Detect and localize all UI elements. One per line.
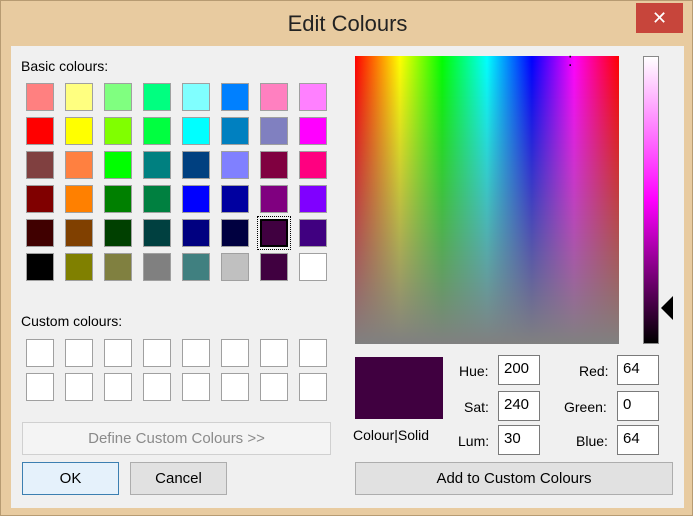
colour-swatch[interactable] — [104, 373, 132, 401]
colour-swatch[interactable] — [221, 219, 249, 247]
colour-swatch[interactable] — [143, 185, 171, 213]
colour-swatch[interactable] — [26, 373, 54, 401]
colour-swatch[interactable] — [260, 373, 288, 401]
colour-swatch[interactable] — [104, 117, 132, 145]
colour-swatch[interactable] — [143, 83, 171, 111]
colour-swatch[interactable] — [299, 253, 327, 281]
sat-field[interactable]: 240 — [498, 391, 540, 421]
colour-swatch[interactable] — [143, 373, 171, 401]
colour-swatch[interactable] — [182, 253, 210, 281]
colour-swatch[interactable] — [260, 253, 288, 281]
red-label: Red: — [579, 363, 609, 379]
lum-label: Lum: — [458, 433, 490, 449]
colour-swatch[interactable] — [104, 339, 132, 367]
colour-swatch[interactable] — [104, 185, 132, 213]
ok-button[interactable]: OK — [22, 462, 119, 495]
colour-swatch[interactable] — [104, 219, 132, 247]
colour-swatch[interactable] — [182, 117, 210, 145]
close-button[interactable]: ✕ — [636, 3, 683, 33]
colour-swatch[interactable] — [182, 83, 210, 111]
colour-swatch[interactable] — [65, 185, 93, 213]
colour-swatch[interactable] — [260, 83, 288, 111]
colour-swatch[interactable] — [143, 339, 171, 367]
colour-swatch[interactable] — [221, 339, 249, 367]
colour-swatch[interactable] — [221, 151, 249, 179]
colour-swatch[interactable] — [65, 117, 93, 145]
colour-swatch[interactable] — [104, 253, 132, 281]
colour-swatch[interactable] — [299, 117, 327, 145]
red-field[interactable]: 64 — [617, 355, 659, 385]
colour-swatch[interactable] — [221, 185, 249, 213]
dialog-client: Basic colours: Custom colours: Define Cu… — [11, 46, 684, 508]
colour-swatch[interactable] — [143, 219, 171, 247]
colour-swatch[interactable] — [221, 373, 249, 401]
colour-swatch[interactable] — [182, 151, 210, 179]
colour-swatch[interactable] — [260, 151, 288, 179]
green-field[interactable]: 0 — [617, 391, 659, 421]
lum-field[interactable]: 30 — [498, 425, 540, 455]
colour-swatch[interactable] — [143, 151, 171, 179]
colour-swatch[interactable] — [65, 219, 93, 247]
hue-label: Hue: — [459, 363, 489, 379]
colour-swatch[interactable] — [260, 339, 288, 367]
colour-swatch[interactable] — [26, 339, 54, 367]
edit-colours-dialog: Edit Colours ✕ Basic colours: Custom col… — [0, 0, 693, 516]
sat-label: Sat: — [464, 399, 489, 415]
colour-swatch[interactable] — [65, 339, 93, 367]
colour-swatch[interactable] — [65, 151, 93, 179]
green-label: Green: — [564, 399, 607, 415]
colour-swatch[interactable] — [65, 83, 93, 111]
colour-swatch[interactable] — [26, 253, 54, 281]
colour-swatch[interactable] — [104, 151, 132, 179]
colour-swatch[interactable] — [65, 373, 93, 401]
colour-swatch[interactable] — [182, 185, 210, 213]
colour-swatch[interactable] — [143, 253, 171, 281]
colour-swatch[interactable] — [26, 185, 54, 213]
colour-swatch[interactable] — [221, 83, 249, 111]
dialog-title: Edit Colours — [287, 11, 408, 36]
colour-swatch[interactable] — [299, 339, 327, 367]
colour-spectrum[interactable] — [355, 56, 619, 344]
colour-swatch[interactable] — [26, 83, 54, 111]
colour-swatch[interactable] — [182, 339, 210, 367]
basic-colours-label: Basic colours: — [21, 58, 109, 74]
colour-swatch[interactable] — [182, 373, 210, 401]
colour-swatch[interactable] — [221, 117, 249, 145]
hue-field[interactable]: 200 — [498, 355, 540, 385]
colour-swatch[interactable] — [299, 219, 327, 247]
add-to-custom-colours-button[interactable]: Add to Custom Colours — [355, 462, 673, 495]
colour-swatch[interactable] — [182, 219, 210, 247]
colour-preview — [355, 357, 443, 419]
colour-swatch[interactable] — [299, 151, 327, 179]
colour-swatch[interactable] — [104, 83, 132, 111]
colour-swatch[interactable] — [299, 83, 327, 111]
colour-swatch[interactable] — [257, 216, 291, 250]
colour-swatch[interactable] — [221, 253, 249, 281]
custom-colours-label: Custom colours: — [21, 313, 123, 329]
luminance-slider[interactable] — [643, 56, 659, 344]
define-custom-colours-button[interactable]: Define Custom Colours >> — [22, 422, 331, 455]
colour-swatch[interactable] — [143, 117, 171, 145]
colour-swatch[interactable] — [26, 219, 54, 247]
crosshair-icon: ⁚ — [568, 53, 573, 69]
cancel-button[interactable]: Cancel — [130, 462, 227, 495]
colour-swatch[interactable] — [299, 185, 327, 213]
colour-solid-label: Colour|Solid — [353, 427, 430, 443]
colour-swatch[interactable] — [26, 117, 54, 145]
colour-swatch[interactable] — [26, 151, 54, 179]
colour-swatch[interactable] — [260, 185, 288, 213]
blue-field[interactable]: 64 — [617, 425, 659, 455]
blue-label: Blue: — [576, 433, 608, 449]
colour-swatch[interactable] — [299, 373, 327, 401]
colour-swatch[interactable] — [260, 117, 288, 145]
colour-swatch[interactable] — [65, 253, 93, 281]
luminance-pointer-icon[interactable] — [661, 296, 673, 320]
